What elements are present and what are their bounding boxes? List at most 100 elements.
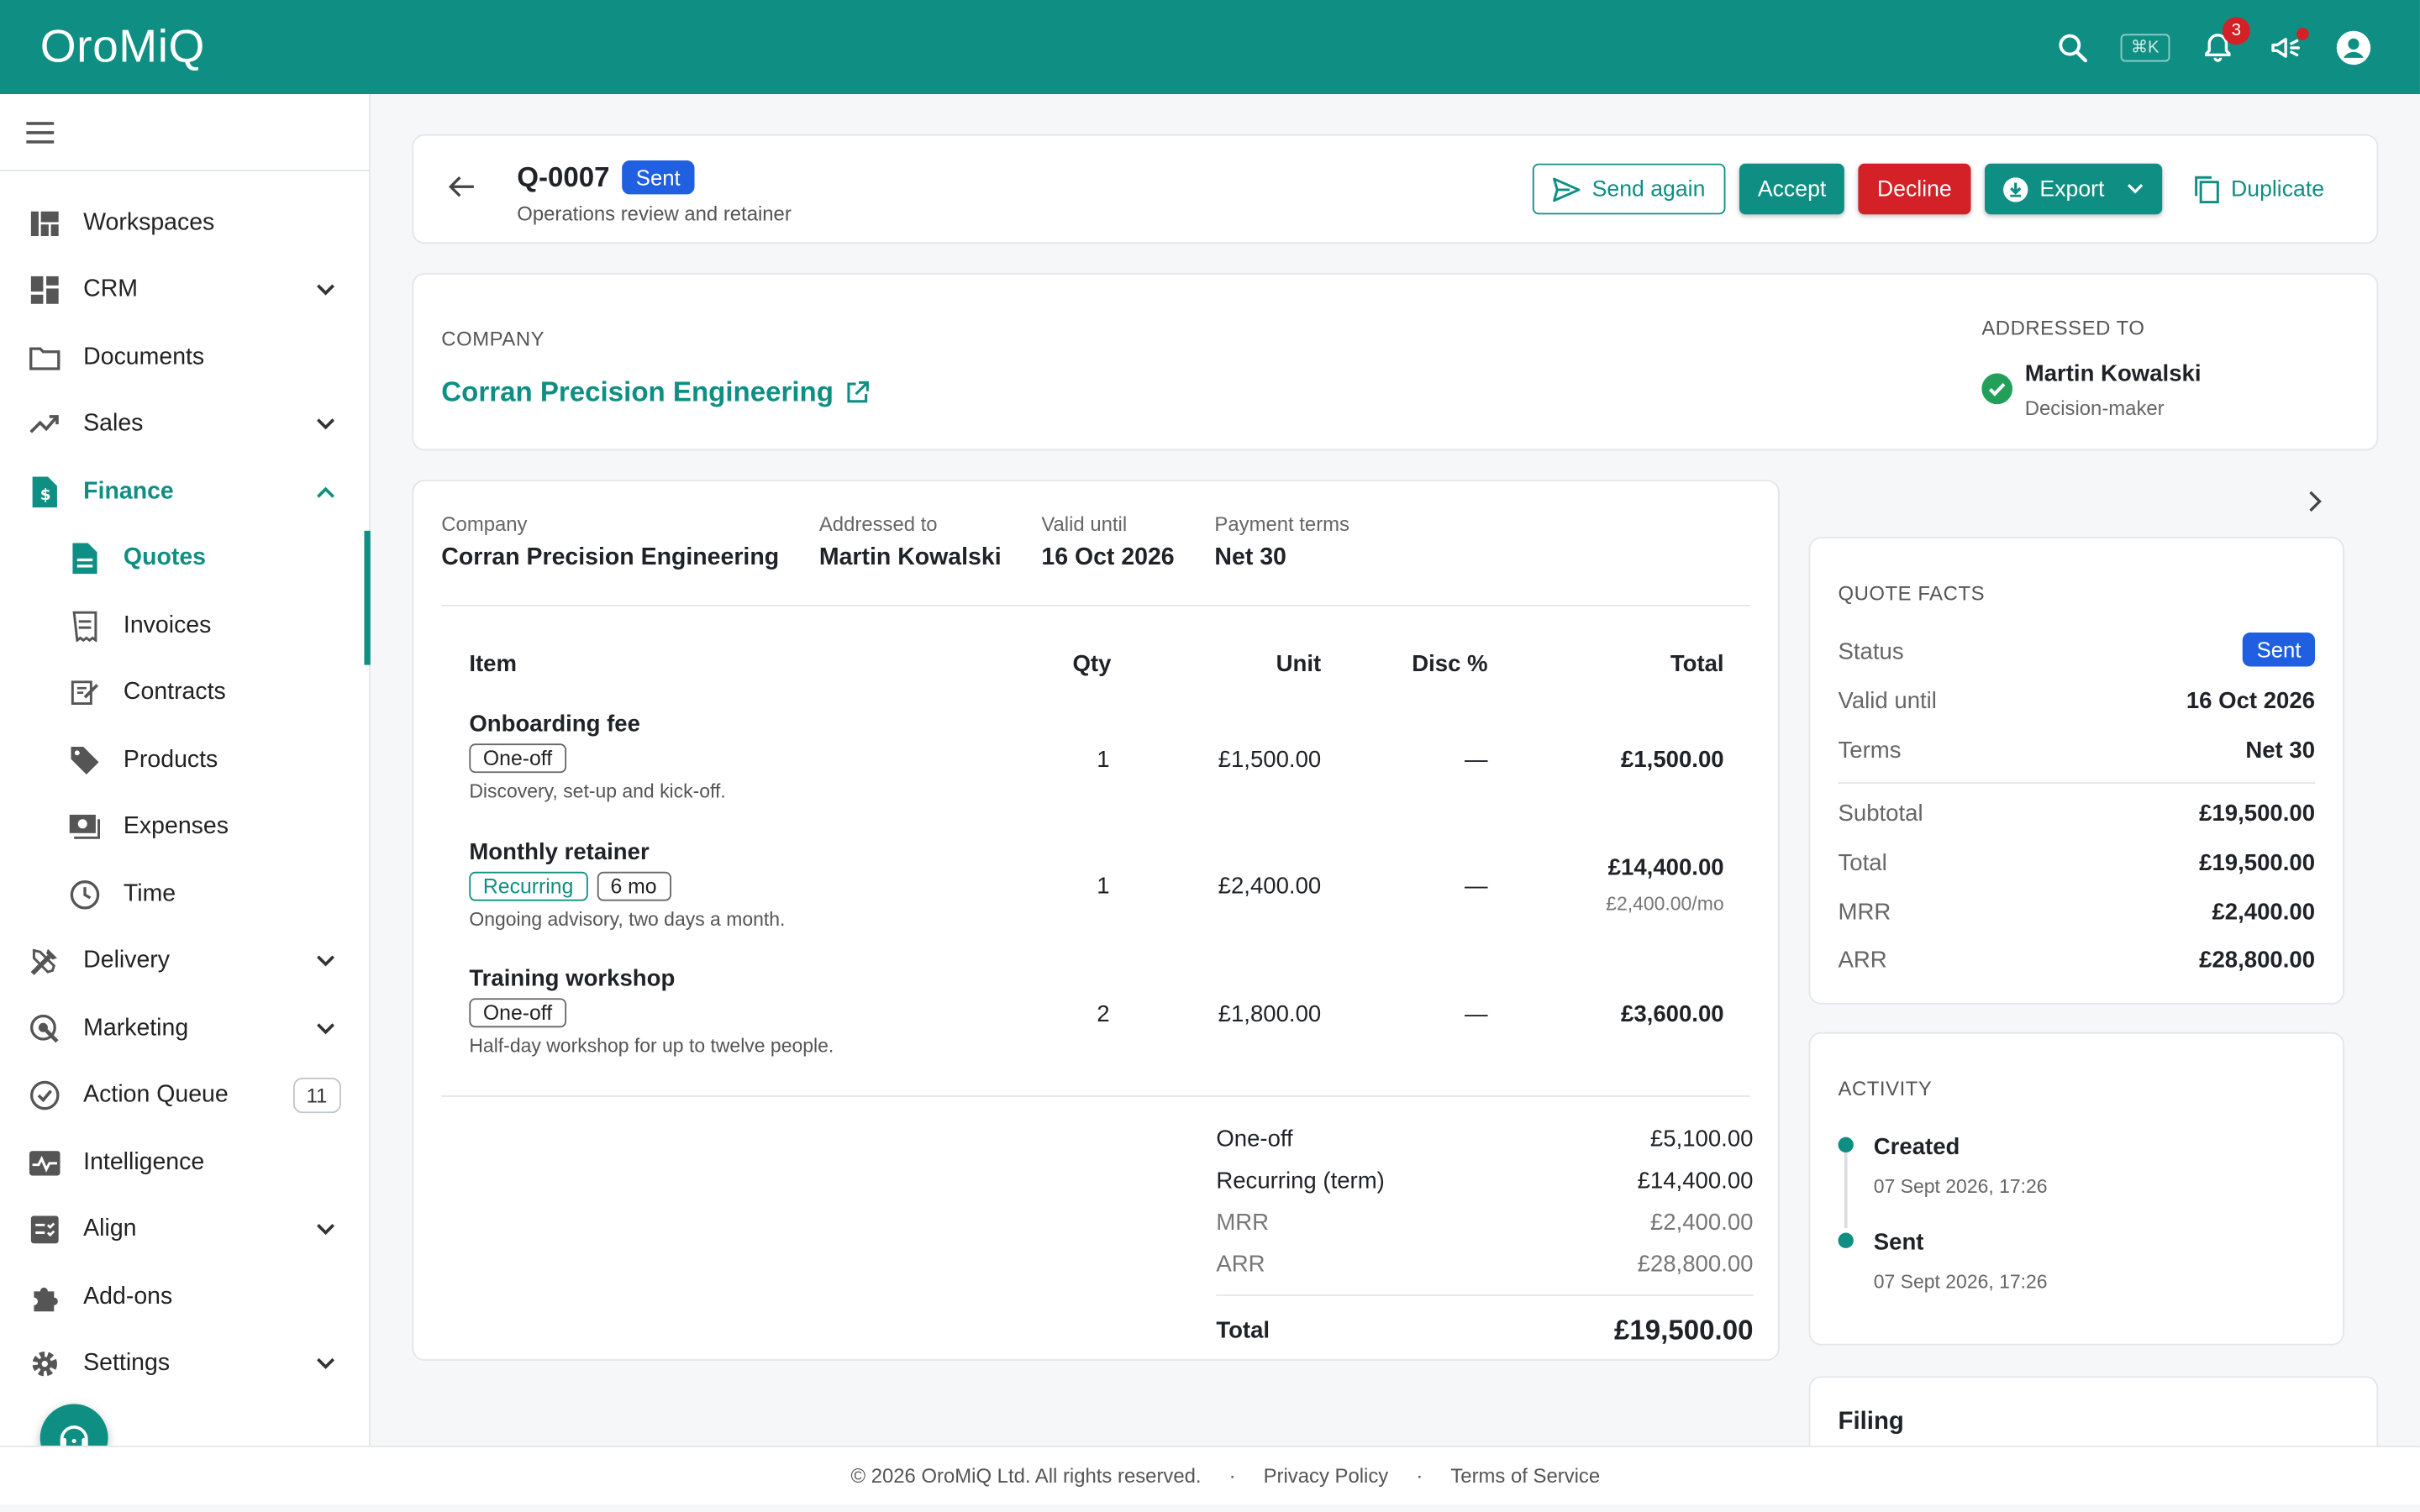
fact-value: £19,500.00 xyxy=(2199,801,2316,827)
export-button[interactable]: Export xyxy=(1984,163,2162,215)
search-button[interactable] xyxy=(2052,27,2092,67)
sidebar-item-settings[interactable]: Settings xyxy=(0,1331,369,1398)
sidebar-item-crm[interactable]: CRM xyxy=(0,257,369,324)
col-qty: Qty xyxy=(1072,651,1112,678)
total-row-one-off: One-off £5,100.00 xyxy=(1216,1119,1753,1161)
accept-label: Accept xyxy=(1757,176,1827,202)
notifications-button[interactable]: 3 xyxy=(2197,16,2250,67)
puzzle-icon xyxy=(28,1280,61,1314)
fact-label: ARR xyxy=(1838,947,1887,974)
timeline-dot xyxy=(1838,1137,1854,1153)
accept-button[interactable]: Accept xyxy=(1739,163,1845,215)
quote-totals: One-off £5,100.00 Recurring (term) £14,400… xyxy=(1216,1119,1754,1353)
sidebar-item-marketing[interactable]: Marketing xyxy=(0,995,369,1063)
terms-link[interactable]: Terms of Service xyxy=(1450,1464,1600,1488)
app-root: OroMiQ ⌘K 3 Workspaces CRM Documents Sal… xyxy=(0,0,2420,1504)
tag-icon xyxy=(68,743,102,777)
checklist-icon xyxy=(28,1213,61,1247)
sidebar-item-quotes[interactable]: Quotes xyxy=(0,525,369,592)
line-item[interactable]: Training workshop One-off Half-day works… xyxy=(469,966,834,1057)
quote-subtitle: Operations review and retainer xyxy=(517,202,792,226)
company-label: COMPANY xyxy=(441,327,545,350)
facts-title: QUOTE FACTS xyxy=(1838,581,1986,605)
total-row-arr: ARR £28,800.00 xyxy=(1216,1243,1753,1285)
app-logo[interactable]: OroMiQ xyxy=(40,21,205,73)
sidebar-item-products[interactable]: Products xyxy=(0,727,369,794)
panel-collapse-button[interactable] xyxy=(2309,491,2323,520)
open-external-icon xyxy=(847,381,870,403)
privacy-link[interactable]: Privacy Policy xyxy=(1264,1464,1389,1488)
sidebar-item-label: Finance xyxy=(83,477,174,505)
svg-text:$: $ xyxy=(40,486,51,504)
fact-value: £28,800.00 xyxy=(2199,947,2316,974)
invoice-dollar-icon: $ xyxy=(28,475,61,508)
fact-value: Net 30 xyxy=(2245,737,2316,764)
item-disc: — xyxy=(1465,746,1488,774)
copyright-text: © 2026 OroMiQ Ltd. All rights reserved. xyxy=(850,1464,1202,1488)
account-button[interactable] xyxy=(2333,27,2374,67)
decline-button[interactable]: Decline xyxy=(1858,163,1970,215)
total-row-recurring: Recurring (term) £14,400.00 xyxy=(1216,1160,1753,1202)
chevron-down-icon xyxy=(317,1022,335,1034)
duplicate-label: Duplicate xyxy=(2231,176,2325,202)
send-icon xyxy=(1552,176,1580,202)
announcement-dot xyxy=(2296,27,2309,39)
hamburger-icon xyxy=(26,121,55,143)
menu-toggle[interactable] xyxy=(0,94,369,171)
receipt-icon xyxy=(68,609,102,643)
sidebar-item-label: Action Queue xyxy=(83,1081,229,1109)
company-link[interactable]: Corran Precision Engineering xyxy=(441,376,870,409)
line-item[interactable]: Onboarding fee One-off Discovery, set-up… xyxy=(469,711,726,802)
quote-number: Q-0007 xyxy=(517,160,610,192)
activity-title: ACTIVITY xyxy=(1838,1077,1933,1100)
announcements-button[interactable] xyxy=(2265,27,2309,67)
footer-separator: · xyxy=(1416,1464,1423,1488)
sidebar-item-time[interactable]: Time xyxy=(0,861,369,928)
item-total: £14,400.00 xyxy=(1607,854,1724,881)
sidebar-item-contracts[interactable]: Contracts xyxy=(0,659,369,727)
cash-icon xyxy=(68,811,102,844)
sidebar-item-intelligence[interactable]: Intelligence xyxy=(0,1129,369,1196)
fact-value: 16 Oct 2026 xyxy=(2186,688,2316,715)
account-circle-icon xyxy=(2336,29,2371,65)
arrow-left-icon xyxy=(448,176,474,197)
sidebar-item-invoices[interactable]: Invoices xyxy=(0,592,369,659)
sidebar-item-finance[interactable]: $ Finance xyxy=(0,458,369,525)
gear-icon xyxy=(28,1347,61,1381)
decline-label: Decline xyxy=(1876,176,1952,202)
meta-value: 16 Oct 2026 xyxy=(1041,544,1175,571)
item-total: £1,500.00 xyxy=(1621,746,1724,774)
fact-value: £19,500.00 xyxy=(2199,850,2316,877)
top-actions: ⌘K 3 xyxy=(2052,0,2374,94)
company-name: Corran Precision Engineering xyxy=(441,376,834,407)
line-item[interactable]: Monthly retainer Recurring 6 mo Ongoing … xyxy=(469,839,785,931)
top-bar: OroMiQ ⌘K 3 xyxy=(0,0,2420,95)
sidebar-item-label: Contracts xyxy=(123,679,226,706)
sidebar-item-workspaces[interactable]: Workspaces xyxy=(0,190,369,257)
chevron-right-icon xyxy=(2309,491,2322,512)
sidebar-item-label: Workspaces xyxy=(83,209,215,236)
sidebar-item-sales[interactable]: Sales xyxy=(0,391,369,459)
shortcut-hint: ⌘K xyxy=(2119,33,2170,61)
tag-term: 6 mo xyxy=(596,871,671,901)
fact-label: Valid until xyxy=(1838,688,1937,715)
sidebar-item-add-ons[interactable]: Add-ons xyxy=(0,1263,369,1331)
meta-label: Addressed to xyxy=(818,512,938,536)
sidebar-item-delivery[interactable]: Delivery xyxy=(0,928,369,995)
sidebar-item-align[interactable]: Align xyxy=(0,1196,369,1263)
col-unit: Unit xyxy=(1276,651,1322,678)
send-again-button[interactable]: Send again xyxy=(1532,163,1726,215)
fact-mrr: MRR £2,400.00 xyxy=(1839,900,2316,926)
divider xyxy=(1838,782,2316,785)
sidebar-item-expenses[interactable]: Expenses xyxy=(0,794,369,861)
timeline-dot xyxy=(1838,1232,1854,1248)
insights-icon xyxy=(28,1146,61,1179)
back-button[interactable] xyxy=(448,175,476,207)
meta-company: Company Corran Precision Engineering xyxy=(441,512,779,573)
sidebar-item-action-queue[interactable]: Action Queue 11 xyxy=(0,1063,369,1130)
active-indicator xyxy=(364,530,371,665)
sidebar: Workspaces CRM Documents Sales $ Finance xyxy=(0,94,371,1446)
sidebar-item-documents[interactable]: Documents xyxy=(0,324,369,391)
meta-payment-terms: Payment terms Net 30 xyxy=(1214,512,1349,573)
duplicate-button[interactable]: Duplicate xyxy=(2175,164,2343,215)
